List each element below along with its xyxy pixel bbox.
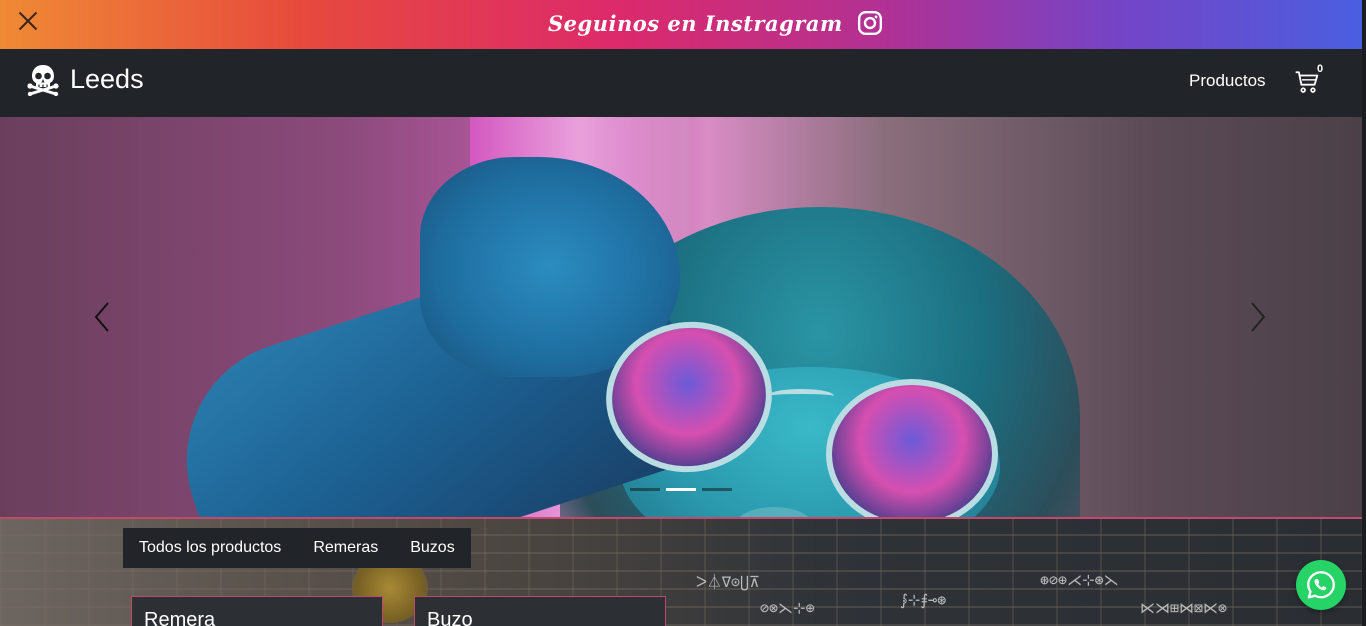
instagram-promo-banner: Seguinos en Instragram (0, 0, 1362, 49)
carousel-next-button[interactable] (1238, 297, 1278, 337)
scrollbar[interactable] (1362, 0, 1366, 626)
product-card[interactable]: Remera (131, 596, 383, 626)
hero-image-sunglasses-lens-right (826, 379, 998, 517)
close-icon[interactable] (17, 10, 39, 32)
nav-link-productos[interactable]: Productos (1189, 71, 1266, 91)
carousel-indicator-2[interactable] (666, 488, 696, 491)
hero-carousel (0, 117, 1362, 517)
product-card[interactable]: Buzo (414, 596, 666, 626)
instagram-icon (857, 10, 882, 36)
cart-button[interactable]: 0 (1294, 63, 1324, 97)
product-card-title: Buzo (427, 609, 473, 626)
chevron-left-icon (94, 302, 109, 332)
product-card-title: Remera (144, 609, 216, 626)
carousel-indicator-3[interactable] (702, 488, 732, 491)
products-section: ᐳ⏃∇⊙⋃⊼ ⨓⊹⨎⊸⊛ ⊛⊘⊕⋌⊹⊛⋋ ⋉⋊⊞⋈⊠⋉⊗ ⊘⊗⋋⊹⊕ Todos… (0, 517, 1362, 626)
navbar: Leeds Productos 0 (0, 49, 1362, 117)
graffiti-decoration: ⊘⊗⋋⊹⊕ (760, 599, 815, 617)
filter-remeras[interactable]: Remeras (313, 539, 378, 557)
whatsapp-button[interactable] (1296, 560, 1346, 610)
brand-link[interactable]: Leeds (26, 62, 144, 96)
cart-count-badge: 0 (1317, 63, 1324, 75)
promo-text: Seguinos en Instragram (548, 10, 843, 36)
skull-crossbones-icon (27, 65, 59, 96)
whatsapp-icon (1307, 571, 1335, 599)
hero-image-sunglasses-bridge (768, 389, 834, 403)
filter-buzos[interactable]: Buzos (410, 539, 454, 557)
carousel-indicator-1[interactable] (630, 488, 660, 491)
graffiti-decoration: ⨓⊹⨎⊸⊛ (900, 591, 947, 609)
brand-name: Leeds (70, 63, 144, 94)
chevron-right-icon (1251, 302, 1266, 332)
filter-todos-los-productos[interactable]: Todos los productos (139, 539, 281, 557)
graffiti-decoration: ᐳ⏃∇⊙⋃⊼ (696, 573, 761, 591)
instagram-promo-link[interactable]: Seguinos en Instragram (548, 5, 883, 41)
graffiti-decoration: ⊛⊘⊕⋌⊹⊛⋋ (1040, 571, 1119, 589)
category-filter-bar: Todos los productos Remeras Buzos (123, 528, 471, 568)
graffiti-decoration: ⋉⋊⊞⋈⊠⋉⊗ (1140, 599, 1228, 617)
carousel-indicators (630, 488, 732, 491)
carousel-prev-button[interactable] (82, 297, 122, 337)
